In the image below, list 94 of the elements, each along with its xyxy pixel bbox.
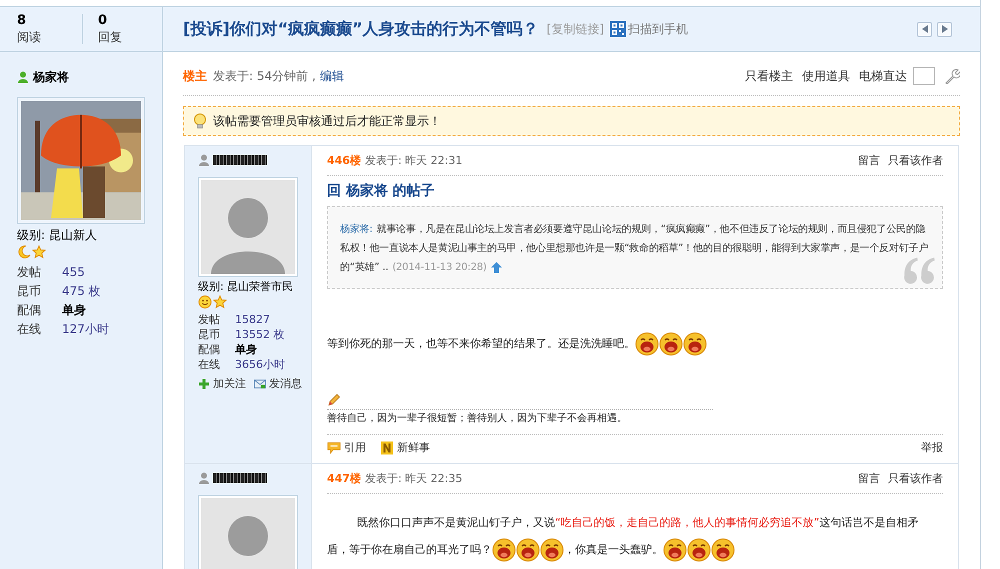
stat-value[interactable]: 455: [62, 263, 85, 282]
laughing-emoji-icon: [635, 332, 659, 356]
post-action-link[interactable]: 留言: [858, 470, 880, 486]
user-level: 级别: 昆山荣誉市民: [198, 279, 294, 295]
post-action-link[interactable]: 只看该作者: [888, 470, 943, 486]
lightbulb-icon: [192, 113, 208, 129]
thread-title: [投诉]你们对“疯疯癫癫”人身攻击的行为不管吗？: [183, 18, 539, 40]
post-text: 等到你死的那一天，也等不来你希望的结果了。还是洗洗睡吧。: [327, 336, 635, 351]
laughing-emoji-icon: [540, 538, 564, 562]
post-text: ，你真是一头蠢驴。: [564, 542, 663, 557]
star-icon: [213, 295, 227, 309]
laughing-emoji-icon: [663, 538, 687, 562]
stat-value: 单身: [62, 302, 86, 319]
speech-bubble-icon: [327, 440, 341, 454]
previous-button[interactable]: [917, 22, 932, 36]
stat-label: 配偶: [198, 342, 220, 357]
stat-label: 昆币: [17, 283, 41, 300]
qr-code-icon: [610, 21, 626, 37]
stat-label: 在线: [17, 321, 41, 338]
up-arrow-icon[interactable]: [490, 261, 503, 274]
report-link[interactable]: 举报: [921, 440, 943, 455]
stat-value[interactable]: 475 枚: [62, 282, 101, 301]
quote-text: 就事论事，凡是在昆山论坛上发言者必须要遵守昆山论坛的规则，“疯疯癫癫”，他不但违反了论坛的规则，而且侵犯了公民的隐: [376, 222, 926, 237]
left-triangle-icon: [922, 25, 928, 33]
mail-icon: [254, 378, 266, 390]
stat-value[interactable]: 3656小时: [235, 357, 285, 372]
laughing-emoji-icon: [683, 332, 707, 356]
laughing-emoji-icon: [711, 538, 735, 562]
quote-text: 的“英雄” ..: [340, 260, 388, 275]
thread-action-link[interactable]: 只看楼主: [745, 68, 793, 84]
laughing-emoji-icon: [516, 538, 540, 562]
stat-label: 配偶: [17, 302, 41, 319]
stat-value[interactable]: 13552 枚: [235, 327, 284, 342]
stat-label: 发帖: [198, 312, 220, 327]
post-action-link[interactable]: 留言: [858, 152, 880, 168]
jump-label: 电梯直达: [859, 68, 907, 84]
stat-label: 在线: [198, 357, 220, 372]
post-action-link[interactable]: 只看该作者: [888, 152, 943, 168]
right-triangle-icon: [942, 25, 948, 33]
user-action-link[interactable]: 发消息: [254, 376, 302, 391]
moon-icon: [17, 245, 31, 259]
wrench-icon[interactable]: [944, 68, 960, 84]
post-time: 发表于: 昨天 22:35: [364, 470, 462, 486]
reply-title: 回 杨家将 的帖子: [327, 183, 435, 199]
pencil-icon: [327, 393, 341, 407]
reply-action-link[interactable]: 引用: [327, 440, 366, 455]
signature-text: 善待自己，因为一辈子很短暂；善待别人，因为下辈子不会再相遇。: [327, 412, 627, 426]
avatar-placeholder[interactable]: [198, 177, 298, 277]
laughing-emoji-icon: [659, 332, 683, 356]
n-badge-icon: [380, 440, 394, 454]
quote-mark-icon: [902, 257, 936, 285]
stat-caption: 回复: [98, 30, 122, 44]
floor-label: 楼主: [183, 68, 207, 84]
notice-text: 该帖需要管理员审核通过后才能正常显示！: [213, 112, 441, 130]
avatar-illustration[interactable]: [17, 97, 145, 224]
post-text: 既然你口口声声不是黄泥山钉子户，又说: [357, 515, 555, 530]
stat-label: 发帖: [17, 264, 41, 281]
user-icon: [198, 154, 210, 166]
laughing-emoji-icon: [492, 538, 516, 562]
laughing-emoji-icon: [687, 538, 711, 562]
stat-caption: 阅读: [17, 30, 41, 44]
stat-value[interactable]: 127小时: [62, 320, 109, 339]
user-level: 级别: 昆山新人: [17, 227, 97, 243]
scan-to-phone-link[interactable]: 扫描到手机: [610, 20, 688, 38]
quote-author-link[interactable]: 杨家将:: [340, 220, 373, 239]
quote-text: 私权！他一直说本人是黄泥山事主的马甲，他心里想那也许是一颗“救命的稻草”！他的目的很聪明，能得到大家掌声，是一个反对钉子户: [340, 242, 928, 256]
star-icon: [32, 245, 46, 259]
stat-count: 0: [98, 14, 108, 28]
highlighted-text: “吃自己的饭，走自己的路，他人的事情何必穷追不放”: [555, 515, 820, 530]
user-action-link[interactable]: 加关注: [198, 376, 246, 391]
post-time: 发表于: 昨天 22:31: [364, 152, 462, 168]
post-text: 盾，等于你在扇自己的耳光了吗？: [327, 542, 492, 557]
obscured-username: [213, 155, 267, 165]
reply-action-link[interactable]: 新鲜事: [380, 440, 430, 455]
user-icon: [17, 71, 29, 83]
floor-input-field[interactable]: [913, 67, 935, 85]
obscured-username: [213, 473, 267, 483]
post-time: 发表于: 54分钟前 ,: [213, 68, 316, 84]
edit-link[interactable]: 编辑: [320, 68, 344, 84]
stat-value[interactable]: 15827: [235, 312, 270, 327]
stat-label: 昆币: [198, 327, 220, 342]
smiley-icon: [198, 295, 212, 309]
post-text: 这句话岂不是自相矛: [819, 515, 918, 530]
stat-value: 单身: [235, 342, 257, 357]
floor-number: 446楼: [327, 152, 361, 168]
plus-icon: [198, 378, 210, 390]
floor-number: 447楼: [327, 470, 361, 486]
avatar-placeholder[interactable]: [198, 495, 298, 569]
stat-count: 8: [17, 14, 26, 28]
next-button[interactable]: [937, 22, 952, 36]
user-icon: [198, 472, 210, 484]
thread-action-link[interactable]: 使用道具: [802, 68, 850, 84]
author-name[interactable]: 杨家将: [33, 68, 69, 86]
quote-date: (2014-11-13 20:28): [392, 261, 487, 275]
